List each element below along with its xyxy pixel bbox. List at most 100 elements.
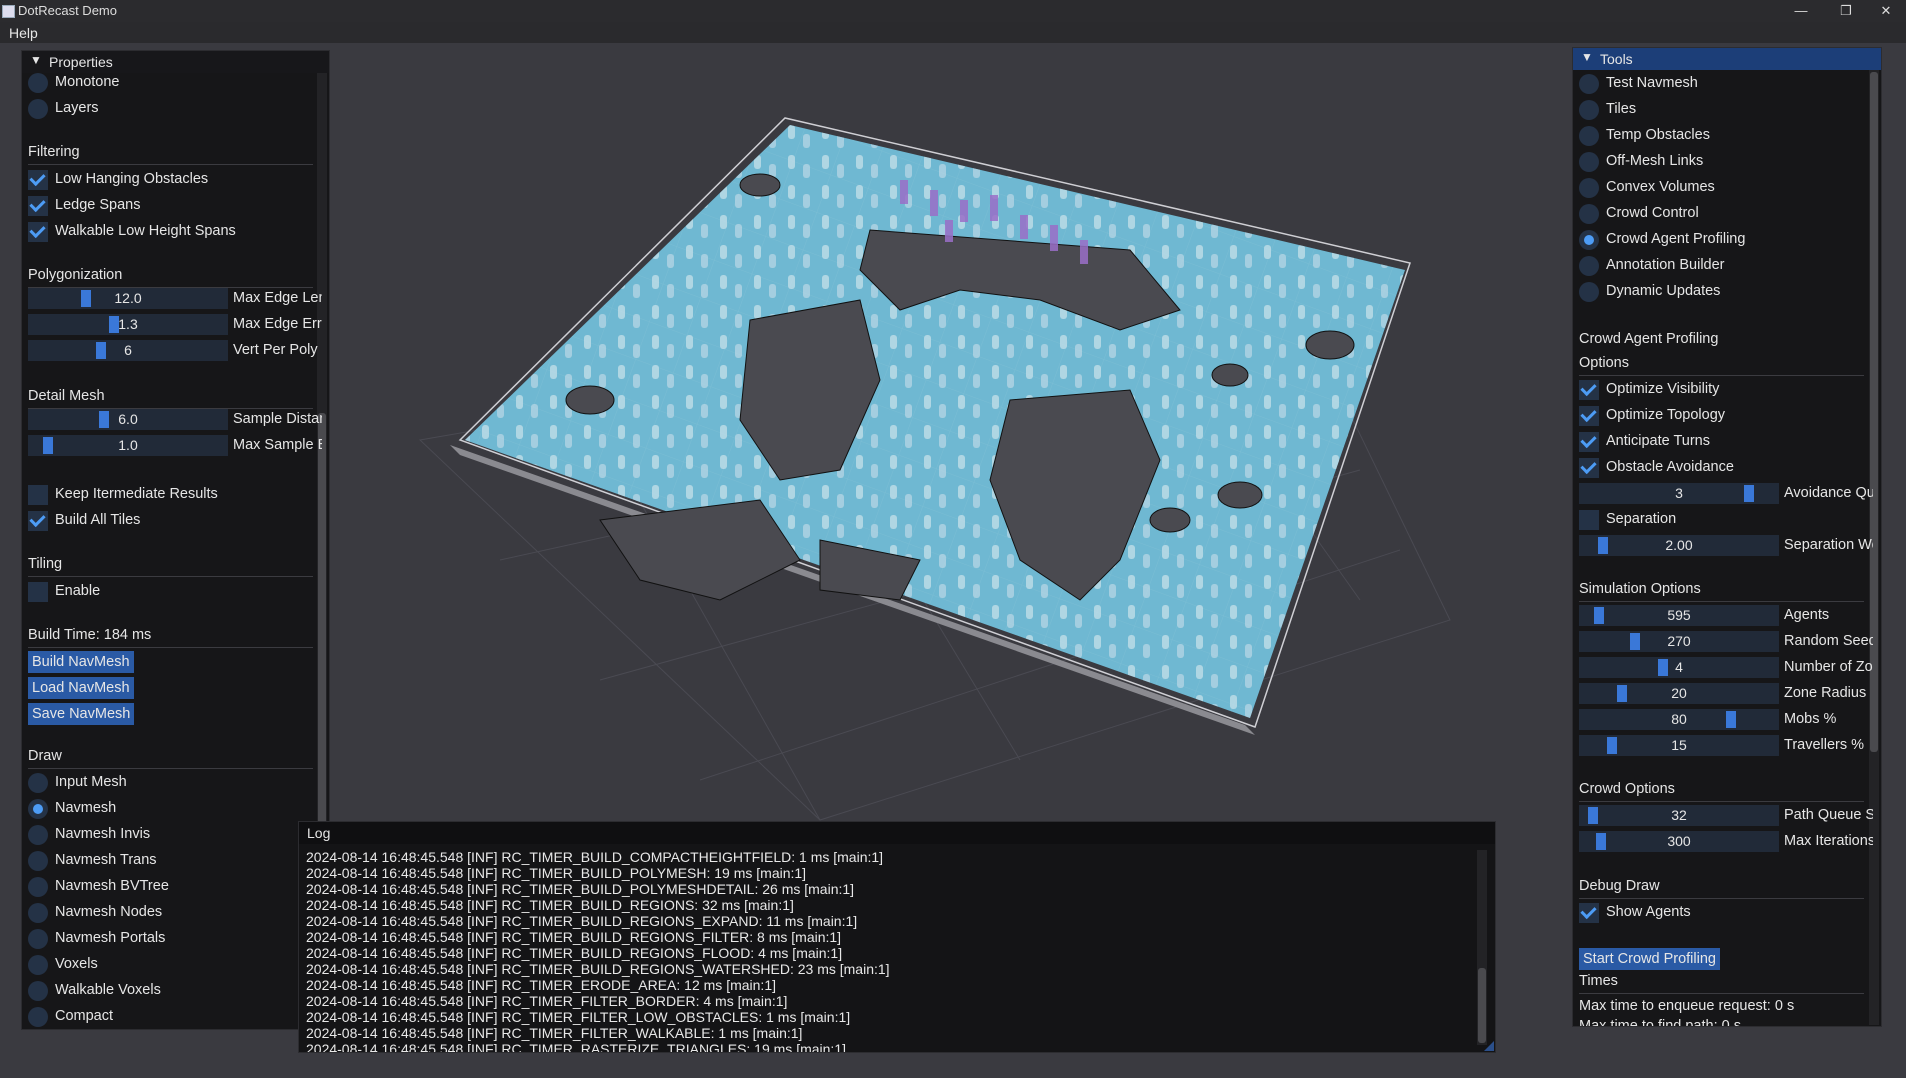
properties-header[interactable]: ▼ Properties <box>22 51 329 73</box>
checkbox-icon <box>1579 510 1599 530</box>
crowd-1-value: 300 <box>1667 833 1691 849</box>
log-scrollbar[interactable] <box>1477 850 1487 1045</box>
radio-icon <box>28 929 48 949</box>
separation-weight-value: 2.00 <box>1665 537 1693 553</box>
show-agents-label: Show Agents <box>1606 904 1691 920</box>
close-button[interactable]: ✕ <box>1866 0 1906 22</box>
sim-2-value: 4 <box>1675 659 1683 675</box>
radio-icon <box>28 903 48 923</box>
sim-4-slider[interactable]: 80 <box>1579 709 1779 730</box>
sim-1-value: 270 <box>1667 633 1691 649</box>
menu-help[interactable]: Help <box>9 25 38 41</box>
tools-header[interactable]: ▼ Tools <box>1573 48 1881 70</box>
poly-0-slider[interactable]: 12.0 <box>28 288 228 309</box>
navmesh-scene <box>450 117 1411 735</box>
filter-ledge-spans-label: Ledge Spans <box>55 197 141 213</box>
checkbox-icon <box>28 221 48 242</box>
divider <box>1579 898 1864 899</box>
poly-1-label: Max Edge Error <box>233 316 322 332</box>
keep-intermediate-label: Keep Itermediate Results <box>55 486 218 502</box>
checkbox-icon <box>28 485 48 505</box>
load-navmesh-button[interactable]: Load NavMesh <box>28 677 134 699</box>
radio-icon <box>28 73 48 93</box>
collapse-triangle-icon[interactable]: ▼ <box>1581 50 1593 64</box>
minimize-button[interactable]: — <box>1781 0 1821 22</box>
poly-1-slider[interactable]: 1.3 <box>28 314 228 335</box>
scrollbar-thumb[interactable] <box>1478 968 1486 1043</box>
log-header[interactable]: Log <box>299 822 1495 844</box>
options-title: Options <box>1579 355 1629 371</box>
build-all-tiles-label: Build All Tiles <box>55 512 141 528</box>
crowd-1-label: Max Iterations <box>1784 833 1873 849</box>
sim-0-slider[interactable]: 595 <box>1579 605 1779 626</box>
radio-icon <box>28 773 48 793</box>
optimize-topology-label: Optimize Topology <box>1606 407 1726 423</box>
separation-weight-label: Separation Weight <box>1784 537 1873 553</box>
checkbox-icon <box>28 510 48 531</box>
separation-weight-slider[interactable]: 2.00 <box>1579 535 1779 556</box>
save-navmesh-button[interactable]: Save NavMesh <box>28 703 135 725</box>
checkbox-icon <box>1579 902 1599 923</box>
checkbox-icon <box>1579 379 1599 400</box>
divider <box>1579 801 1864 802</box>
sim-3-slider[interactable]: 20 <box>1579 683 1779 704</box>
app-icon <box>2 5 15 18</box>
draw-item-2-label: Navmesh Invis <box>55 826 151 842</box>
poly-2-slider[interactable]: 6 <box>28 340 228 361</box>
tiling-enable-label: Enable <box>55 583 101 599</box>
tool-item-1-label: Tiles <box>1606 101 1637 117</box>
checkbox-icon <box>28 195 48 216</box>
start-crowd-profiling-button[interactable]: Start Crowd Profiling <box>1579 948 1720 970</box>
divider <box>1579 993 1864 994</box>
obstacle-avoidance-label: Obstacle Avoidance <box>1606 459 1734 475</box>
sim-0-label: Agents <box>1784 607 1830 623</box>
radio-icon <box>1579 74 1599 94</box>
radio-icon <box>28 955 48 975</box>
divider <box>28 576 313 577</box>
optimize-visibility-label: Optimize Visibility <box>1606 381 1720 397</box>
radio-icon <box>1579 256 1599 276</box>
log-line: 2024-08-14 16:48:45.548 [INF] RC_TIMER_R… <box>306 1041 846 1053</box>
scrollbar-thumb[interactable] <box>318 413 326 883</box>
sim-3-value: 20 <box>1671 685 1687 701</box>
sim-4-label: Mobs % <box>1784 711 1837 727</box>
crowd-0-slider[interactable]: 32 <box>1579 805 1779 826</box>
crowd-1-slider[interactable]: 300 <box>1579 831 1779 852</box>
build-navmesh-button[interactable]: Build NavMesh <box>28 651 134 673</box>
sim-2-slider[interactable]: 4 <box>1579 657 1779 678</box>
divider <box>1579 375 1864 376</box>
detail-1-slider[interactable]: 1.0 <box>28 435 228 456</box>
log-line: 2024-08-14 16:48:45.548 [INF] RC_TIMER_B… <box>306 849 884 865</box>
sim-5-slider[interactable]: 15 <box>1579 735 1779 756</box>
build-time: Build Time: 184 ms <box>28 627 152 643</box>
radio-icon <box>28 981 48 1001</box>
detail-mesh-title: Detail Mesh <box>28 388 105 404</box>
radio-icon <box>28 799 48 819</box>
log-line: 2024-08-14 16:48:45.548 [INF] RC_TIMER_F… <box>306 1009 851 1025</box>
detail-1-label: Max Sample Error <box>233 437 322 453</box>
collapse-triangle-icon[interactable]: ▼ <box>30 53 42 67</box>
separation-label: Separation <box>1606 511 1677 527</box>
avoidance-quality-value: 3 <box>1675 485 1683 501</box>
draw-title: Draw <box>28 748 62 764</box>
properties-title: Properties <box>49 54 113 70</box>
avoidance-quality-slider[interactable]: 3 <box>1579 483 1779 504</box>
scrollbar-thumb[interactable] <box>1870 72 1878 752</box>
debug-draw-title: Debug Draw <box>1579 878 1660 894</box>
log-line: 2024-08-14 16:48:45.548 [INF] RC_TIMER_E… <box>306 977 776 993</box>
detail-0-slider[interactable]: 6.0 <box>28 409 228 430</box>
resize-grip-icon[interactable] <box>1484 1041 1494 1051</box>
maximize-button[interactable]: ❐ <box>1826 0 1866 22</box>
log-line: 2024-08-14 16:48:45.548 [INF] RC_TIMER_F… <box>306 1025 803 1041</box>
window-title: DotRecast Demo <box>18 3 117 18</box>
tool-item-4-label: Convex Volumes <box>1606 179 1715 195</box>
sim-1-slider[interactable]: 270 <box>1579 631 1779 652</box>
log-line: 2024-08-14 16:48:45.548 [INF] RC_TIMER_B… <box>306 929 842 945</box>
crowd-options-title: Crowd Options <box>1579 781 1675 797</box>
poly-2-value: 6 <box>124 342 132 358</box>
tool-item-7-label: Annotation Builder <box>1606 257 1725 273</box>
divider <box>28 647 313 648</box>
properties-panel: ▼ Properties Monotone Layers Filtering L… <box>21 50 330 1030</box>
draw-item-7-label: Voxels <box>55 956 98 972</box>
sim-5-label: Travellers % <box>1784 737 1865 753</box>
